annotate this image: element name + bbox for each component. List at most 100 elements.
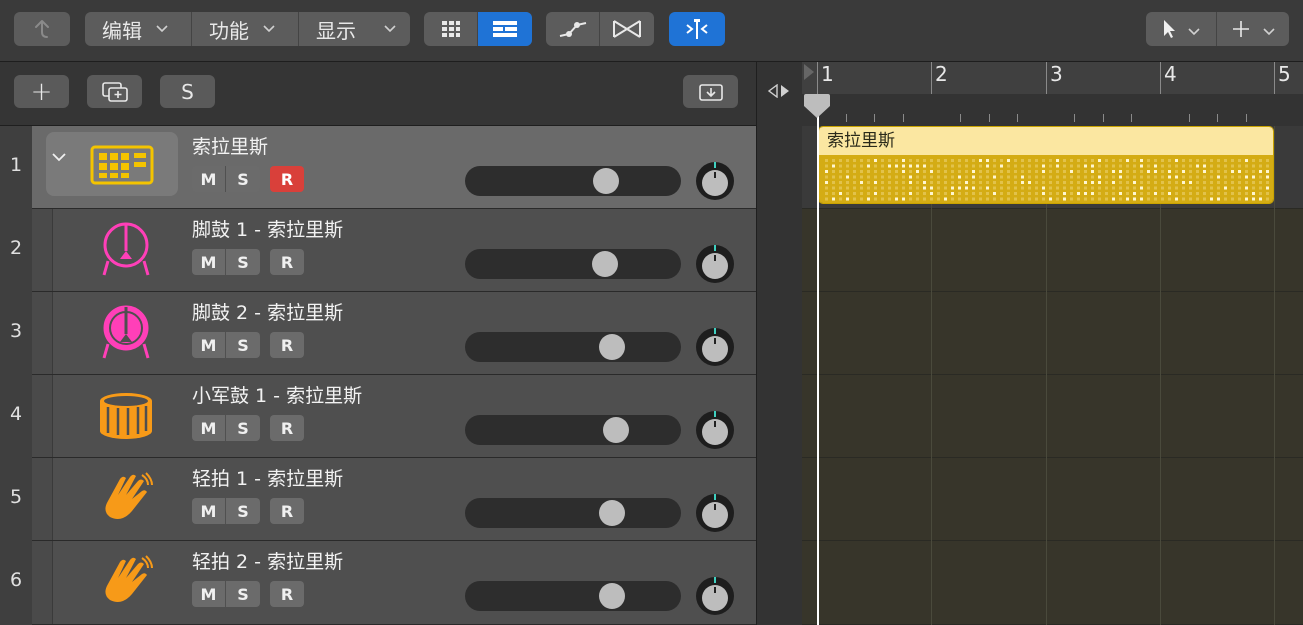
solo-button[interactable]: S: [226, 498, 260, 524]
track-lane[interactable]: [802, 292, 1303, 375]
track-lane[interactable]: [802, 209, 1303, 292]
track-row-1[interactable]: 索拉里斯 M S R: [32, 126, 756, 209]
pattern-step: [1210, 192, 1213, 195]
pan-knob[interactable]: [694, 492, 736, 534]
pattern-step: [958, 164, 961, 168]
pattern-step: [867, 197, 870, 201]
record-enable-button[interactable]: R: [270, 166, 304, 192]
pattern-step: [923, 159, 926, 162]
pattern-step: [1266, 197, 1269, 201]
volume-fader[interactable]: [465, 166, 681, 196]
pattern-step: [1168, 192, 1171, 195]
fader-thumb[interactable]: [593, 168, 619, 194]
track-name[interactable]: 索拉里斯: [192, 132, 268, 159]
track-row-2[interactable]: 脚鼓 1 - 索拉里斯 M S R: [32, 209, 756, 292]
solo-button[interactable]: S: [226, 415, 260, 441]
record-enable-button[interactable]: R: [270, 581, 304, 607]
pattern-step: [965, 192, 968, 195]
pan-knob[interactable]: [694, 409, 736, 451]
mute-button[interactable]: M: [192, 498, 226, 524]
region-pattern[interactable]: [819, 155, 1273, 203]
solo-button[interactable]: S: [226, 332, 260, 358]
automation-group: [546, 12, 654, 46]
record-enable-button[interactable]: R: [270, 332, 304, 358]
pattern-step: [846, 197, 849, 201]
track-row-6[interactable]: 轻拍 2 - 索拉里斯 M S R: [32, 541, 756, 625]
automation-button[interactable]: [546, 12, 600, 46]
pattern-step: [1105, 159, 1108, 162]
volume-fader[interactable]: [465, 498, 681, 528]
track-lane[interactable]: [802, 458, 1303, 541]
functions-menu[interactable]: 功能: [192, 12, 299, 46]
playhead-handle-icon[interactable]: [802, 92, 832, 120]
track-name[interactable]: 小军鼓 1 - 索拉里斯: [192, 381, 362, 408]
secondary-tool-menu[interactable]: [1217, 12, 1289, 46]
pattern-step: [902, 186, 905, 190]
pointer-tool-menu[interactable]: [1146, 12, 1217, 46]
pattern-step: [1084, 159, 1087, 162]
pattern-step: [1231, 164, 1234, 168]
volume-fader[interactable]: [465, 415, 681, 445]
solo-button[interactable]: S: [226, 581, 260, 607]
crossfade-button[interactable]: [600, 12, 654, 46]
list-view-button[interactable]: [478, 12, 532, 46]
resize-arrows-icon[interactable]: [766, 83, 792, 102]
track-row-3[interactable]: 脚鼓 2 - 索拉里斯 M S R: [32, 292, 756, 375]
track-name[interactable]: 脚鼓 2 - 索拉里斯: [192, 298, 343, 325]
pan-knob[interactable]: [694, 160, 736, 202]
track-name[interactable]: 脚鼓 1 - 索拉里斯: [192, 215, 343, 242]
pattern-step: [1028, 175, 1031, 179]
fader-thumb[interactable]: [603, 417, 629, 443]
bar-ruler[interactable]: 1 2 3 4 5: [802, 62, 1303, 126]
add-track-button[interactable]: +: [14, 75, 69, 108]
track-row-5[interactable]: 轻拍 1 - 索拉里斯 M S R: [32, 458, 756, 541]
track-row-4[interactable]: 小军鼓 1 - 索拉里斯 M S R: [32, 375, 756, 458]
pan-knob[interactable]: [694, 243, 736, 285]
edit-menu[interactable]: 编辑: [85, 12, 192, 46]
track-name[interactable]: 轻拍 2 - 索拉里斯: [192, 547, 343, 574]
pattern-step: [909, 192, 912, 195]
volume-fader[interactable]: [465, 332, 681, 362]
record-enable-button[interactable]: R: [270, 249, 304, 275]
mute-button[interactable]: M: [192, 332, 226, 358]
record-enable-button[interactable]: R: [270, 498, 304, 524]
midi-region[interactable]: 索拉里斯: [818, 126, 1274, 204]
pan-knob[interactable]: [694, 326, 736, 368]
mute-button[interactable]: M: [192, 166, 226, 192]
fader-thumb[interactable]: [592, 251, 618, 277]
pattern-step: [972, 159, 975, 162]
volume-fader[interactable]: [465, 249, 681, 279]
pattern-step: [1203, 181, 1206, 184]
view-menu[interactable]: 显示: [299, 12, 410, 46]
mute-button[interactable]: M: [192, 581, 226, 607]
pattern-step: [1014, 164, 1017, 168]
pattern-step: [1077, 164, 1080, 168]
mute-button[interactable]: M: [192, 415, 226, 441]
pattern-step: [1154, 192, 1157, 195]
solo-global-button[interactable]: S: [160, 75, 215, 108]
track-area-divider[interactable]: [756, 62, 802, 625]
volume-fader[interactable]: [465, 581, 681, 611]
solo-button[interactable]: S: [226, 249, 260, 275]
download-button[interactable]: [683, 75, 738, 108]
track-lane[interactable]: [802, 541, 1303, 625]
pattern-step: [1238, 181, 1241, 184]
grid-view-button[interactable]: [424, 12, 478, 46]
mute-button[interactable]: M: [192, 249, 226, 275]
fader-thumb[interactable]: [599, 334, 625, 360]
track-lane[interactable]: [802, 375, 1303, 458]
fader-thumb[interactable]: [599, 583, 625, 609]
record-enable-button[interactable]: R: [270, 415, 304, 441]
snap-button[interactable]: [669, 12, 725, 46]
back-button[interactable]: [14, 12, 70, 46]
pan-knob[interactable]: [694, 575, 736, 617]
solo-button[interactable]: S: [226, 166, 260, 192]
pattern-step: [853, 164, 856, 168]
disclosure-chevron-icon[interactable]: [52, 146, 66, 167]
fader-thumb[interactable]: [599, 500, 625, 526]
pattern-step: [1259, 197, 1262, 201]
playhead-line[interactable]: [817, 96, 819, 625]
duplicate-track-button[interactable]: [87, 75, 142, 108]
region-name[interactable]: 索拉里斯: [819, 127, 1273, 155]
track-name[interactable]: 轻拍 1 - 索拉里斯: [192, 464, 343, 491]
